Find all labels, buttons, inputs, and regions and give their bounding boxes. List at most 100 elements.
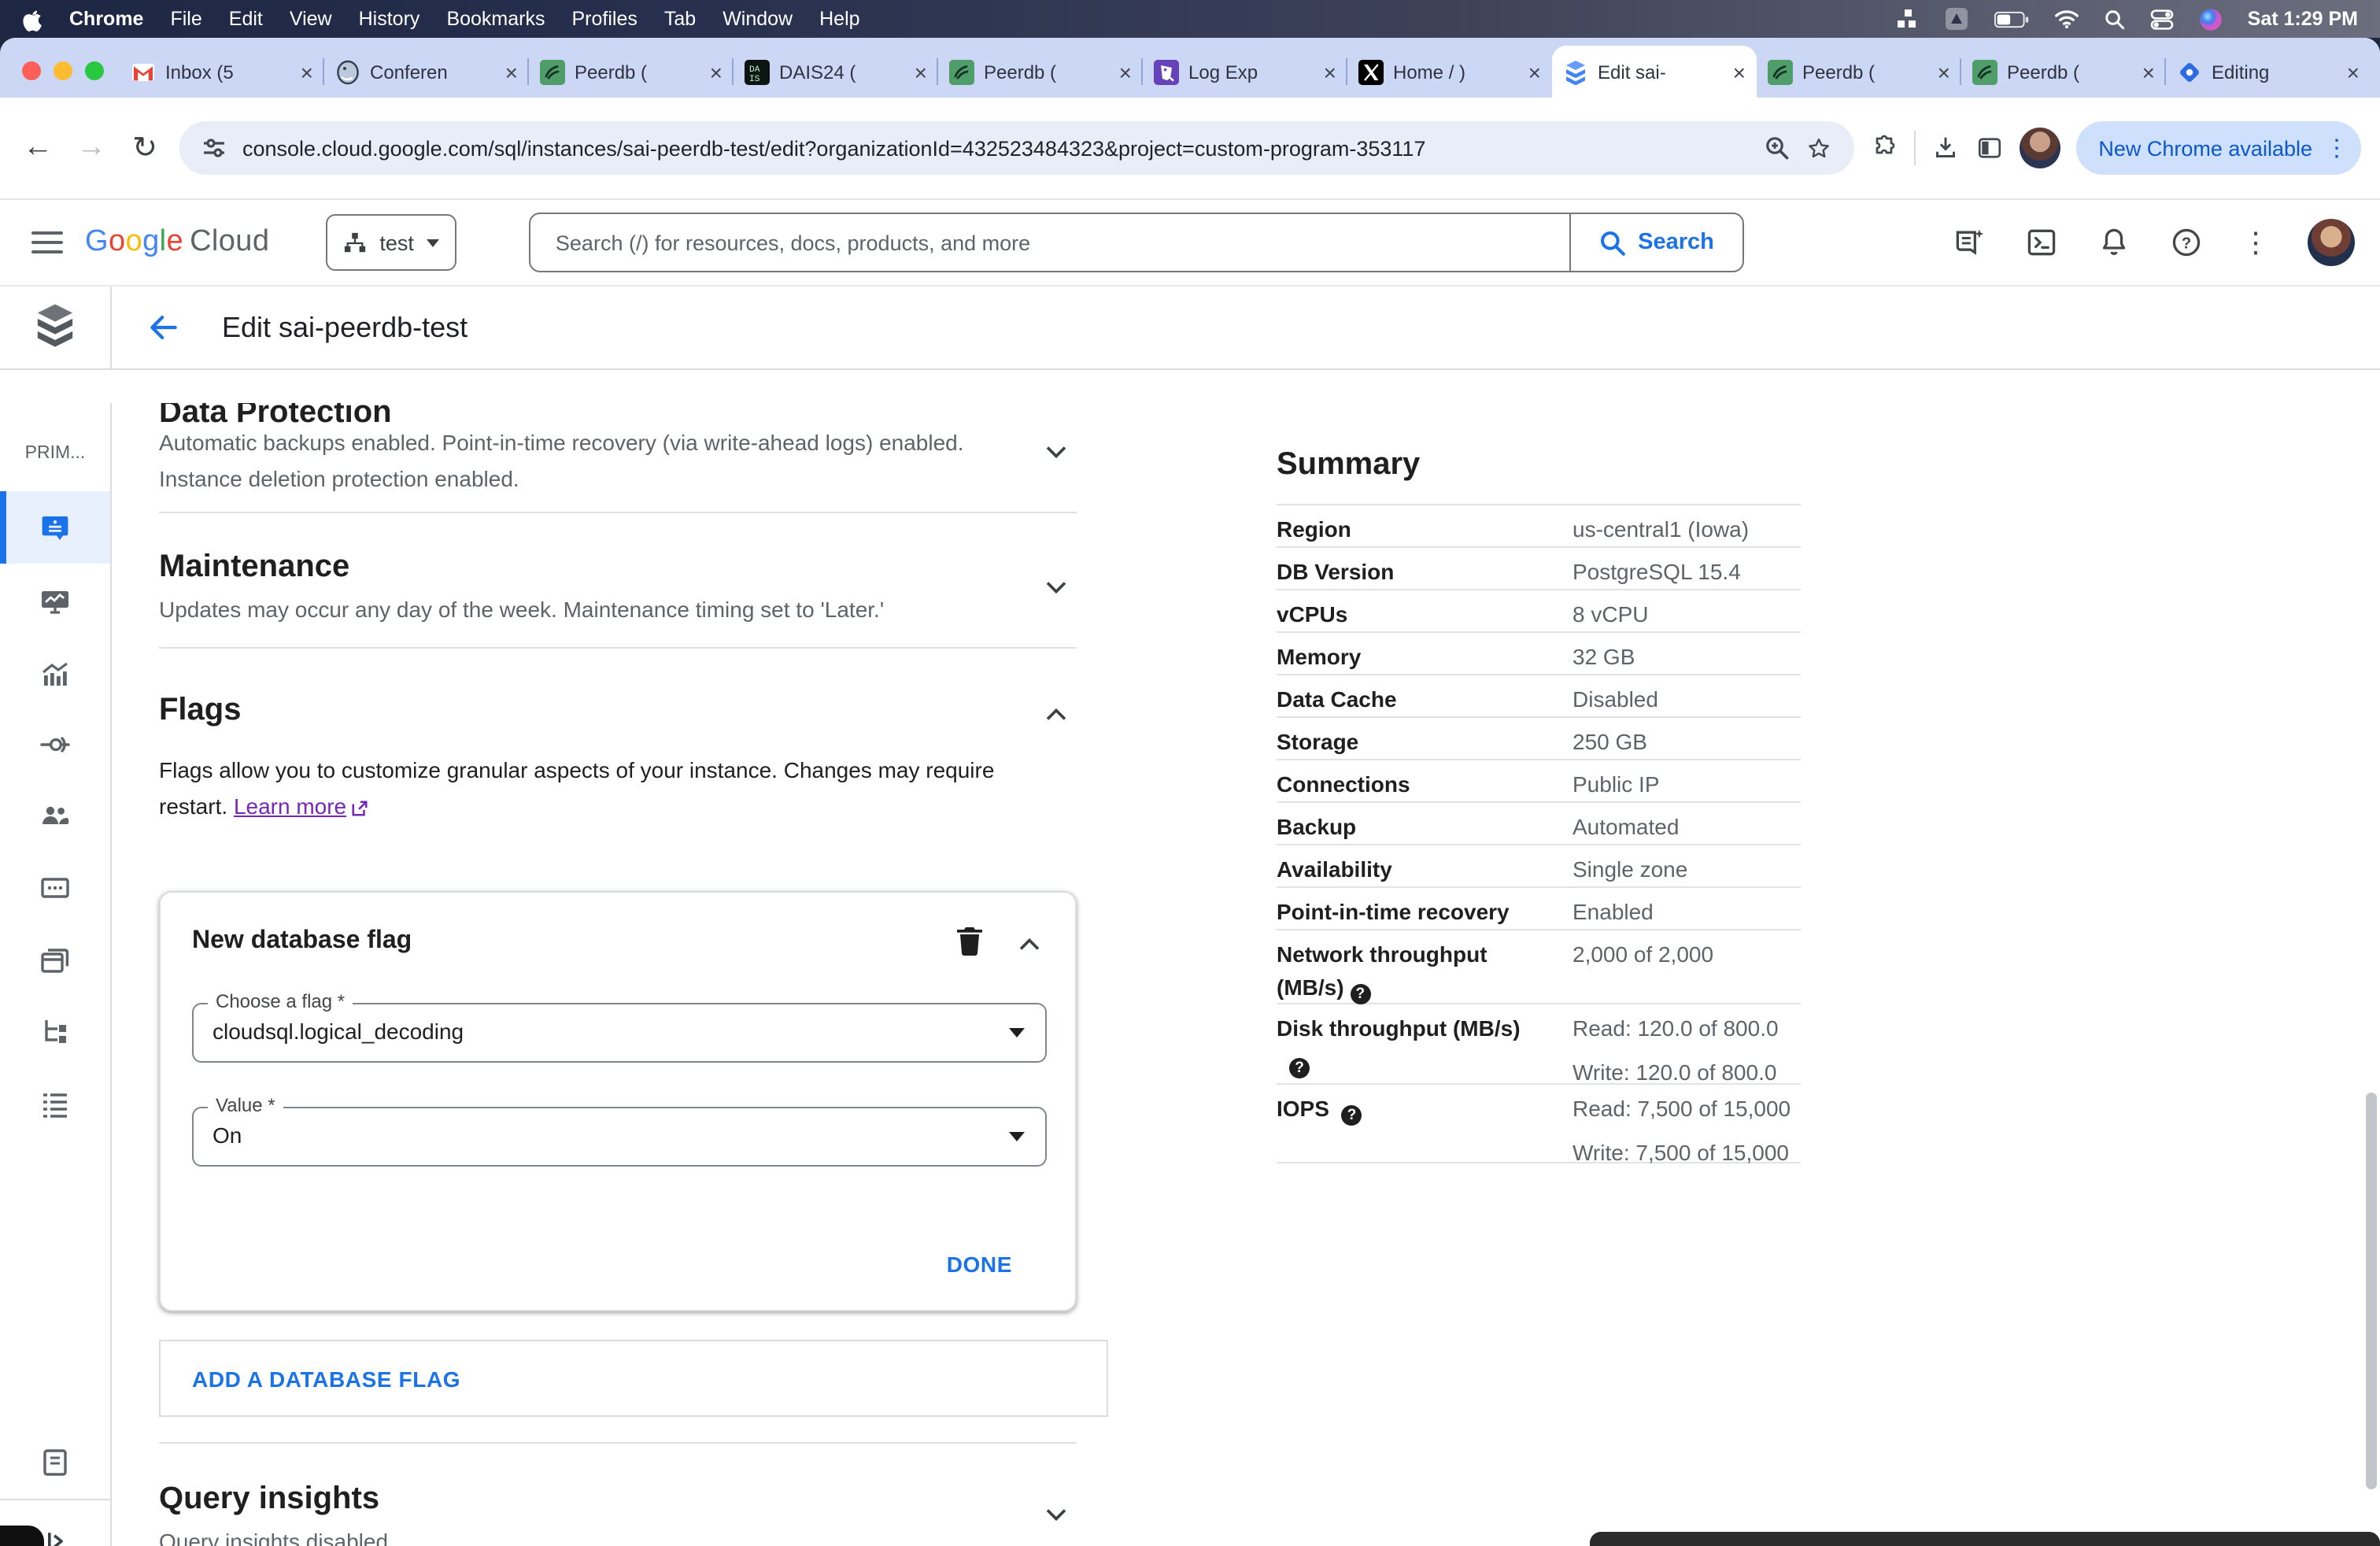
choose-flag-select[interactable]: Choose a flag * cloudsql.logical_decodin… xyxy=(192,990,1047,1063)
tab-postgres[interactable]: Conferen × xyxy=(323,46,529,98)
sidebar-item-users[interactable] xyxy=(0,795,110,836)
expand-data-protection-chevron-icon[interactable] xyxy=(1039,435,1074,469)
tab-peerdb-4[interactable]: Peerdb ( × xyxy=(1960,46,2166,98)
cloud-search-bar[interactable]: Search (/) for resources, docs, products… xyxy=(528,213,1744,272)
spotlight-search-icon[interactable] xyxy=(2105,9,2125,29)
fullscreen-window-button[interactable] xyxy=(85,61,104,80)
tab-dais[interactable]: DA IS DAIS24 ( × xyxy=(732,46,938,98)
menu-item-file[interactable]: File xyxy=(170,8,201,30)
flag-value-select[interactable]: Value * On xyxy=(192,1094,1047,1167)
help-icon[interactable]: ? xyxy=(1289,1058,1310,1078)
menu-app-name[interactable]: Chrome xyxy=(69,8,143,30)
delete-flag-trash-icon[interactable] xyxy=(955,924,984,956)
tab-close-icon[interactable]: × xyxy=(2347,61,2360,83)
battery-icon[interactable] xyxy=(1994,10,2029,28)
extensions-icon[interactable] xyxy=(1870,134,1898,162)
downloads-icon[interactable] xyxy=(1931,134,1960,162)
cloud-shell-icon[interactable] xyxy=(2024,225,2059,260)
sidebar-item-overview[interactable] xyxy=(0,491,110,564)
project-picker[interactable]: test xyxy=(326,214,456,271)
sidebar-item-backups[interactable] xyxy=(0,940,110,981)
sidebar-item-databases[interactable] xyxy=(0,867,110,908)
google-cloud-logo[interactable]: Google Cloud xyxy=(85,225,269,260)
tab-editing[interactable]: Editing × xyxy=(2164,46,2371,98)
tab-x-home[interactable]: Home / ) × xyxy=(1346,46,1552,98)
control-center-icon[interactable] xyxy=(2150,9,2174,29)
collapse-flags-chevron-icon[interactable] xyxy=(1039,697,1074,732)
done-button[interactable]: DONE xyxy=(947,1252,1012,1277)
sidebar-item-release-notes[interactable] xyxy=(0,1442,110,1483)
menu-item-bookmarks[interactable]: Bookmarks xyxy=(446,8,545,30)
url-text[interactable]: console.cloud.google.com/sql/instances/s… xyxy=(242,136,1749,160)
notifications-bell-icon[interactable] xyxy=(2097,225,2131,260)
apple-icon[interactable] xyxy=(22,7,42,31)
menu-item-profiles[interactable]: Profiles xyxy=(572,8,638,30)
browser-profile-avatar[interactable] xyxy=(2020,128,2061,168)
browser-menu-kebab-icon[interactable]: ⋮ xyxy=(2325,134,2349,162)
collapse-flag-card-chevron-icon[interactable] xyxy=(1012,927,1047,962)
tab-peerdb-2[interactable]: Peerdb ( × xyxy=(937,46,1143,98)
release-notes-icon[interactable] xyxy=(1952,225,1986,260)
tab-close-icon[interactable]: × xyxy=(1528,61,1541,83)
learn-more-link[interactable]: Learn more xyxy=(234,793,346,819)
zoom-icon[interactable] xyxy=(1765,135,1790,161)
tab-close-icon[interactable]: × xyxy=(1733,61,1746,83)
expand-query-insights-chevron-icon[interactable] xyxy=(1039,1497,1074,1532)
siri-icon[interactable] xyxy=(2199,7,2223,31)
scrollbar-thumb[interactable] xyxy=(2366,1093,2377,1489)
back-button[interactable]: ← xyxy=(19,131,57,165)
expand-maintenance-chevron-icon[interactable] xyxy=(1039,570,1074,605)
menu-item-help[interactable]: Help xyxy=(819,8,859,30)
menu-item-history[interactable]: History xyxy=(359,8,420,30)
tab-close-icon[interactable]: × xyxy=(915,61,927,83)
search-placeholder[interactable]: Search (/) for resources, docs, products… xyxy=(530,231,1569,254)
forward-button[interactable]: → xyxy=(72,131,110,165)
tab-datadog[interactable]: Log Exp × xyxy=(1141,46,1347,98)
gmail-icon xyxy=(131,59,156,84)
tab-gmail[interactable]: Inbox (5 × xyxy=(120,46,324,98)
app-menubar-icon[interactable] xyxy=(1944,6,1969,31)
stats-menubar-icon[interactable] xyxy=(1897,8,1919,30)
tab-close-icon[interactable]: × xyxy=(1119,61,1132,83)
more-options-kebab-icon[interactable]: ⋮ xyxy=(2241,226,2270,259)
search-button[interactable]: Search xyxy=(1569,214,1743,271)
menubar-clock[interactable]: Sat 1:29 PM xyxy=(2248,8,2358,30)
tab-close-icon[interactable]: × xyxy=(710,61,722,83)
menu-item-edit[interactable]: Edit xyxy=(229,8,263,30)
help-icon[interactable]: ? xyxy=(1341,1105,1362,1126)
menu-item-window[interactable]: Window xyxy=(722,8,793,30)
chrome-update-pill[interactable]: New Chrome available ⋮ xyxy=(2076,121,2361,175)
summary-row-backup: Backup Automated xyxy=(1277,801,1801,844)
add-database-flag-button[interactable]: ADD A DATABASE FLAG xyxy=(159,1340,1108,1417)
wifi-icon[interactable] xyxy=(2054,9,2079,28)
tab-close-icon[interactable]: × xyxy=(301,61,313,83)
tab-peerdb-3[interactable]: Peerdb ( × xyxy=(1757,46,1961,98)
reload-button[interactable]: ↻ xyxy=(126,130,164,166)
navigation-menu-icon[interactable] xyxy=(31,231,63,253)
bookmark-star-icon[interactable] xyxy=(1805,135,1832,161)
tab-close-icon[interactable]: × xyxy=(1324,61,1336,83)
site-settings-icon[interactable] xyxy=(201,135,227,161)
sidebar-item-query-insights[interactable] xyxy=(0,653,110,694)
sidebar-item-operations[interactable] xyxy=(0,1083,110,1124)
help-icon[interactable]: ? xyxy=(2169,225,2204,260)
expand-right-icon xyxy=(48,1533,63,1546)
minimize-window-button[interactable] xyxy=(54,61,72,80)
summary-table: Region us-central1 (Iowa) DB Version Pos… xyxy=(1277,504,1801,1165)
tab-close-icon[interactable]: × xyxy=(1938,61,1950,83)
sidebar-item-system-insights[interactable] xyxy=(0,581,110,622)
menu-item-view[interactable]: View xyxy=(290,8,332,30)
sidebar-item-connections[interactable] xyxy=(0,724,110,765)
address-bar[interactable]: console.cloud.google.com/sql/instances/s… xyxy=(179,121,1855,175)
account-avatar[interactable] xyxy=(2308,219,2355,266)
tab-close-icon[interactable]: × xyxy=(505,61,518,83)
help-icon[interactable]: ? xyxy=(1350,984,1371,1004)
tab-peerdb-1[interactable]: Peerdb ( × xyxy=(527,46,734,98)
sidebar-item-replicas[interactable] xyxy=(0,1011,110,1052)
tab-close-icon[interactable]: × xyxy=(2142,61,2155,83)
close-window-button[interactable] xyxy=(22,61,41,80)
side-panel-icon[interactable] xyxy=(1975,134,2004,162)
back-arrow-icon[interactable] xyxy=(146,310,181,345)
menu-item-tab[interactable]: Tab xyxy=(664,8,696,30)
tab-edit-instance-active[interactable]: Edit sai- × xyxy=(1552,46,1757,98)
